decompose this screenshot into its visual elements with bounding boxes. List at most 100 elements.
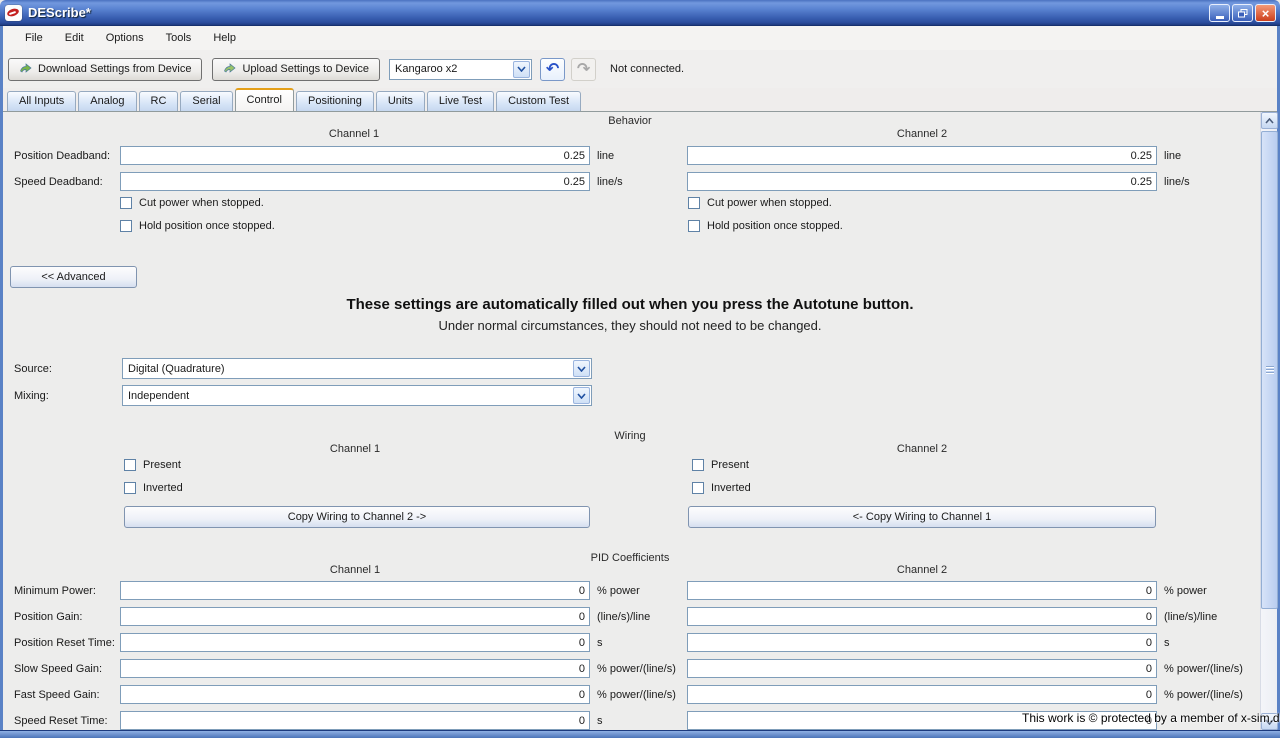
position-reset-time-input-ch1[interactable]: [120, 633, 590, 652]
scrollbar-thumb[interactable]: [1261, 131, 1278, 609]
checkbox-icon: [692, 482, 704, 494]
behavior-channel2-header: Channel 2: [687, 128, 1157, 140]
source-select[interactable]: Digital (Quadrature): [122, 358, 592, 379]
inverted-checkbox-ch1[interactable]: Inverted: [124, 482, 183, 494]
pid-channel1-header: Channel 1: [120, 564, 590, 576]
minimum-power-input-ch1[interactable]: [120, 581, 590, 600]
slow-speed-gain-label: Slow Speed Gain:: [14, 663, 102, 675]
inverted-checkbox-ch2[interactable]: Inverted: [692, 482, 751, 494]
tab-strip: All Inputs Analog RC Serial Control Posi…: [3, 88, 1277, 111]
slow-speed-gain-input-ch2[interactable]: [687, 659, 1157, 678]
position-deadband-unit-ch2: line: [1164, 150, 1181, 162]
speed-deadband-input-ch2[interactable]: [687, 172, 1157, 191]
autotune-notice-line2: Under normal circumstances, they should …: [3, 318, 1257, 333]
position-deadband-input-ch2[interactable]: [687, 146, 1157, 165]
speed-deadband-input-ch1[interactable]: [120, 172, 590, 191]
speed-deadband-unit-ch1: line/s: [597, 176, 623, 188]
fast-speed-gain-unit-ch1: % power/(line/s): [597, 689, 676, 701]
speed-reset-time-unit-ch1: s: [597, 715, 603, 727]
position-gain-input-ch1[interactable]: [120, 607, 590, 626]
hold-position-checkbox-ch1[interactable]: Hold position once stopped.: [120, 220, 275, 232]
tab-units[interactable]: Units: [376, 91, 425, 111]
present-checkbox-ch2[interactable]: Present: [692, 459, 749, 471]
window-title: DEScribe*: [28, 5, 91, 20]
speed-reset-time-label: Speed Reset Time:: [14, 715, 108, 727]
tab-analog[interactable]: Analog: [78, 91, 136, 111]
wiring-channel2-header: Channel 2: [687, 443, 1157, 455]
position-reset-time-unit-ch2: s: [1164, 637, 1170, 649]
copy-wiring-to-channel2-button[interactable]: Copy Wiring to Channel 2 ->: [124, 506, 590, 528]
position-gain-input-ch2[interactable]: [687, 607, 1157, 626]
undo-icon: ↶: [546, 59, 559, 79]
close-button[interactable]: ×: [1255, 4, 1276, 22]
menu-tools[interactable]: Tools: [155, 29, 203, 47]
fast-speed-gain-unit-ch2: % power/(line/s): [1164, 689, 1243, 701]
mixing-select-value: Independent: [123, 390, 572, 402]
behavior-section-title: Behavior: [3, 115, 1257, 127]
copy-wiring-to-channel1-button[interactable]: <- Copy Wiring to Channel 1: [688, 506, 1156, 528]
cut-power-checkbox-ch2[interactable]: Cut power when stopped.: [688, 197, 832, 209]
toolbar: Download Settings from Device Upload Set…: [3, 50, 1277, 88]
slow-speed-gain-unit-ch1: % power/(line/s): [597, 663, 676, 675]
present-checkbox-ch1[interactable]: Present: [124, 459, 181, 471]
position-deadband-input-ch1[interactable]: [120, 146, 590, 165]
watermark-text: This work is © protected by a member of …: [1022, 711, 1280, 725]
menu-edit[interactable]: Edit: [54, 29, 95, 47]
source-select-arrow[interactable]: [573, 360, 590, 377]
tab-serial[interactable]: Serial: [180, 91, 232, 111]
device-select-arrow[interactable]: [513, 61, 530, 78]
close-icon: ×: [1262, 7, 1270, 20]
connection-status: Not connected.: [610, 63, 684, 75]
app-logo-icon: [5, 5, 22, 21]
position-deadband-label: Position Deadband:: [14, 150, 110, 162]
chevron-down-icon: [517, 66, 526, 72]
tab-control[interactable]: Control: [235, 88, 294, 111]
tab-all-inputs[interactable]: All Inputs: [7, 91, 76, 111]
autotune-notice-line1: These settings are automatically filled …: [3, 296, 1257, 313]
chevron-down-icon: [577, 393, 586, 399]
restore-button[interactable]: [1232, 4, 1253, 22]
position-reset-time-input-ch2[interactable]: [687, 633, 1157, 652]
menu-options[interactable]: Options: [95, 29, 155, 47]
pid-section-title: PID Coefficients: [3, 552, 1257, 564]
speed-reset-time-input-ch1[interactable]: [120, 711, 590, 730]
position-gain-unit-ch2: (line/s)/line: [1164, 611, 1217, 623]
fast-speed-gain-label: Fast Speed Gain:: [14, 689, 100, 701]
undo-button[interactable]: ↶: [540, 58, 565, 81]
minimize-button[interactable]: [1209, 4, 1230, 22]
fast-speed-gain-input-ch1[interactable]: [120, 685, 590, 704]
chevron-up-icon: [1265, 118, 1274, 124]
upload-settings-button[interactable]: Upload Settings to Device: [212, 58, 380, 81]
cut-power-checkbox-ch1[interactable]: Cut power when stopped.: [120, 197, 264, 209]
tab-rc[interactable]: RC: [139, 91, 179, 111]
minimum-power-input-ch2[interactable]: [687, 581, 1157, 600]
menu-help[interactable]: Help: [202, 29, 247, 47]
behavior-channel1-header: Channel 1: [119, 128, 589, 140]
hold-position-checkbox-ch2[interactable]: Hold position once stopped.: [688, 220, 843, 232]
wiring-section-title: Wiring: [3, 430, 1257, 442]
slow-speed-gain-input-ch1[interactable]: [120, 659, 590, 678]
advanced-toggle-button[interactable]: << Advanced: [10, 266, 137, 288]
download-settings-label: Download Settings from Device: [38, 63, 191, 75]
checkbox-icon: [688, 220, 700, 232]
redo-button: ↷: [571, 58, 596, 81]
download-arrow-icon: [19, 63, 32, 75]
position-reset-time-unit-ch1: s: [597, 637, 603, 649]
fast-speed-gain-input-ch2[interactable]: [687, 685, 1157, 704]
download-settings-button[interactable]: Download Settings from Device: [8, 58, 202, 81]
position-gain-unit-ch1: (line/s)/line: [597, 611, 650, 623]
titlebar: DEScribe* ×: [0, 0, 1280, 26]
mixing-select[interactable]: Independent: [122, 385, 592, 406]
tab-custom-test[interactable]: Custom Test: [496, 91, 581, 111]
tab-positioning[interactable]: Positioning: [296, 91, 374, 111]
vertical-scrollbar[interactable]: [1260, 112, 1277, 730]
menu-file[interactable]: File: [14, 29, 54, 47]
scroll-up-button[interactable]: [1261, 112, 1278, 129]
minimum-power-unit-ch2: % power: [1164, 585, 1207, 597]
tab-live-test[interactable]: Live Test: [427, 91, 494, 111]
upload-settings-label: Upload Settings to Device: [242, 63, 369, 75]
checkbox-icon: [124, 459, 136, 471]
device-select[interactable]: Kangaroo x2: [389, 59, 532, 80]
mixing-select-arrow[interactable]: [573, 387, 590, 404]
window-controls: ×: [1209, 4, 1276, 22]
